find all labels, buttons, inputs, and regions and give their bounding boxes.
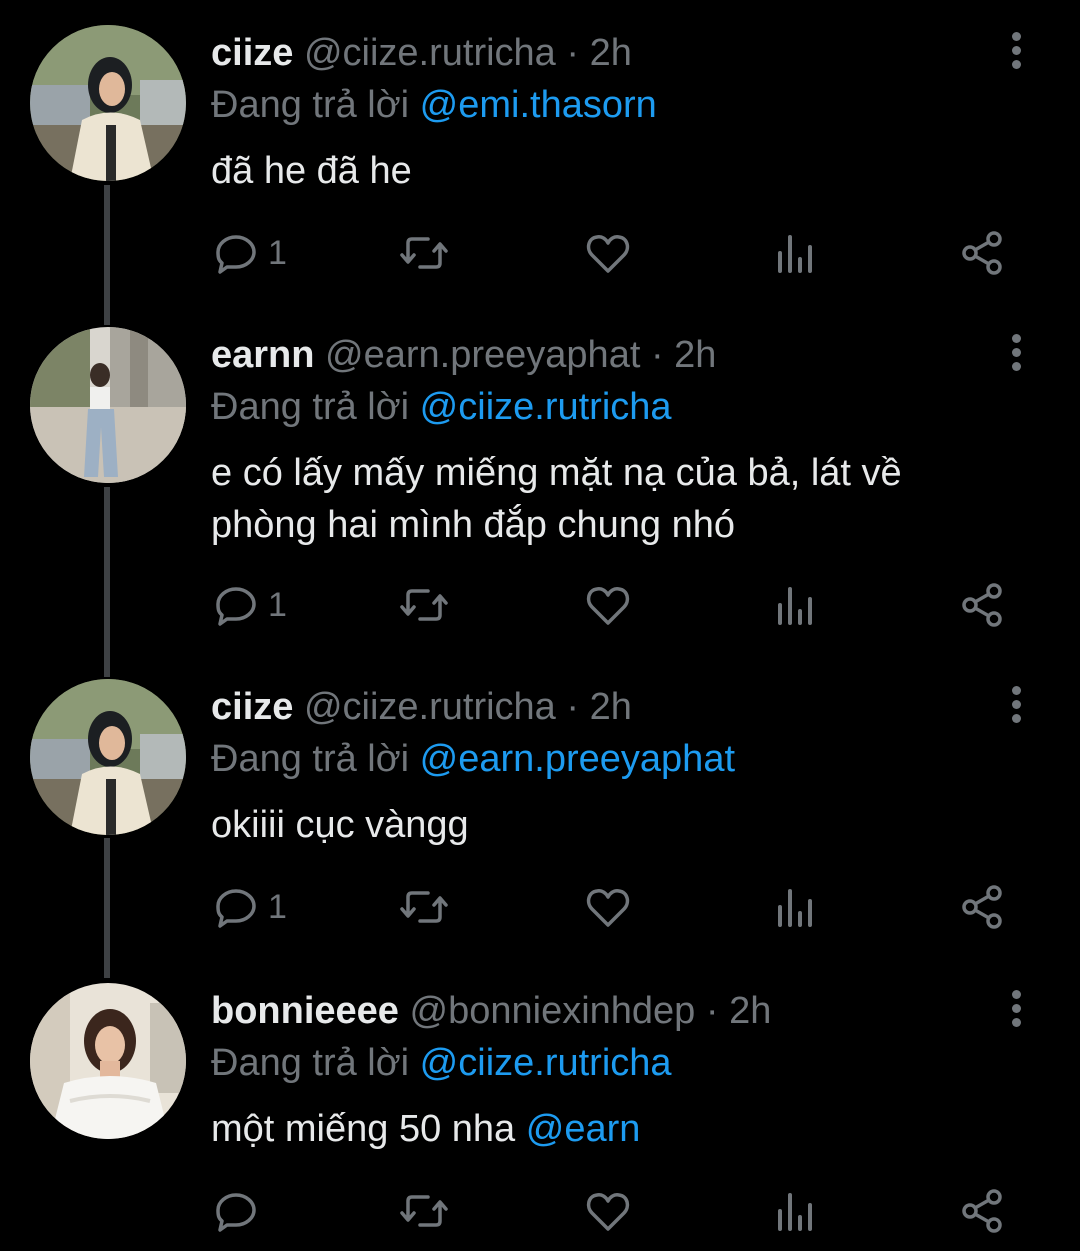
reply-count: 1 <box>268 887 287 926</box>
replying-to-label: Đang trả lời <box>211 738 410 780</box>
timestamp[interactable]: 2h <box>674 334 716 376</box>
reply-icon <box>216 889 256 928</box>
tweet-text: e có lấy mấy miếng mặt nạ của bả, lát về… <box>211 447 1001 551</box>
like-button[interactable] <box>584 580 632 630</box>
user-handle[interactable]: @earn.preeyaphat <box>325 334 640 376</box>
display-name[interactable]: ciize <box>211 686 293 728</box>
replying-to-label: Đang trả lời <box>211 386 410 428</box>
tweet-text: okiiii cục vàngg <box>211 799 1001 851</box>
retweet-icon <box>400 237 448 269</box>
like-button[interactable] <box>584 228 632 278</box>
retweet-button[interactable] <box>398 228 450 278</box>
avatar[interactable] <box>30 327 186 483</box>
display-name[interactable]: bonnieeee <box>211 990 399 1032</box>
retweet-icon <box>400 891 448 923</box>
tweet-text: một miếng 50 nha @earn <box>211 1103 1001 1155</box>
avatar[interactable] <box>30 679 186 835</box>
separator: · <box>566 686 580 728</box>
views-button[interactable] <box>776 1186 816 1236</box>
user-handle[interactable]: @ciize.rutricha <box>304 32 556 74</box>
more-icon[interactable] <box>1004 686 1028 726</box>
more-icon[interactable] <box>1004 32 1028 72</box>
retweet-button[interactable] <box>398 580 450 630</box>
reply-icon <box>216 1193 256 1232</box>
reply-icon <box>216 587 256 626</box>
views-button[interactable] <box>776 228 816 278</box>
like-icon <box>586 889 630 927</box>
tweet-text-content: đã he đã he <box>211 150 412 192</box>
tweet-text-content: okiiii cục vàngg <box>211 804 469 846</box>
share-button[interactable] <box>960 580 1006 630</box>
like-icon <box>586 235 630 273</box>
display-name[interactable]: ciize <box>211 32 293 74</box>
share-icon <box>962 231 1002 275</box>
views-icon <box>778 235 812 273</box>
like-button[interactable] <box>584 882 632 932</box>
avatar[interactable] <box>30 983 186 1139</box>
share-button[interactable] <box>960 882 1006 932</box>
views-icon <box>778 587 812 625</box>
separator: · <box>650 334 664 376</box>
separator: · <box>705 990 719 1032</box>
reply-icon <box>216 235 256 274</box>
views-button[interactable] <box>776 580 816 630</box>
separator: · <box>566 32 580 74</box>
user-handle[interactable]: @ciize.rutricha <box>304 686 556 728</box>
retweet-button[interactable] <box>398 1186 450 1236</box>
reply-count: 1 <box>268 585 287 624</box>
views-icon <box>778 889 812 927</box>
retweet-button[interactable] <box>398 882 450 932</box>
replying-to-link[interactable]: @emi.thasorn <box>420 84 657 126</box>
share-icon <box>962 1189 1002 1233</box>
replying-to-link[interactable]: @ciize.rutricha <box>420 1042 672 1084</box>
reply-button[interactable]: 1 <box>214 580 287 630</box>
more-icon[interactable] <box>1004 990 1028 1030</box>
timestamp[interactable]: 2h <box>590 32 632 74</box>
reply-count: 1 <box>268 233 287 272</box>
reply-thread: ciize @ciize.rutricha · 2h Đang trả lời … <box>0 0 1080 1251</box>
more-icon[interactable] <box>1004 334 1028 374</box>
like-icon <box>586 587 630 625</box>
like-icon <box>586 1193 630 1231</box>
avatar[interactable] <box>30 25 186 181</box>
replying-to-label: Đang trả lời <box>211 1042 410 1084</box>
reply-button[interactable] <box>214 1186 268 1236</box>
reply-button[interactable]: 1 <box>214 882 287 932</box>
mention-link[interactable]: @earn <box>526 1108 641 1150</box>
replying-to-link[interactable]: @ciize.rutricha <box>420 386 672 428</box>
tweet-text-content: e có lấy mấy miếng mặt nạ của bả, lát về… <box>211 452 902 546</box>
tweet-text-content: một miếng 50 nha <box>211 1108 526 1150</box>
replying-to-label: Đang trả lời <box>211 84 410 126</box>
reply-button[interactable]: 1 <box>214 228 287 278</box>
views-icon <box>778 1193 812 1231</box>
replying-to-link[interactable]: @earn.preeyaphat <box>420 738 735 780</box>
share-button[interactable] <box>960 228 1006 278</box>
retweet-icon <box>400 589 448 621</box>
like-button[interactable] <box>584 1186 632 1236</box>
display-name[interactable]: earnn <box>211 334 314 376</box>
tweet-text: đã he đã he <box>211 145 1001 197</box>
timestamp[interactable]: 2h <box>590 686 632 728</box>
share-icon <box>962 583 1002 627</box>
share-icon <box>962 885 1002 929</box>
retweet-icon <box>400 1195 448 1227</box>
share-button[interactable] <box>960 1186 1006 1236</box>
timestamp[interactable]: 2h <box>729 990 771 1032</box>
views-button[interactable] <box>776 882 816 932</box>
user-handle[interactable]: @bonniexinhdep <box>410 990 696 1032</box>
